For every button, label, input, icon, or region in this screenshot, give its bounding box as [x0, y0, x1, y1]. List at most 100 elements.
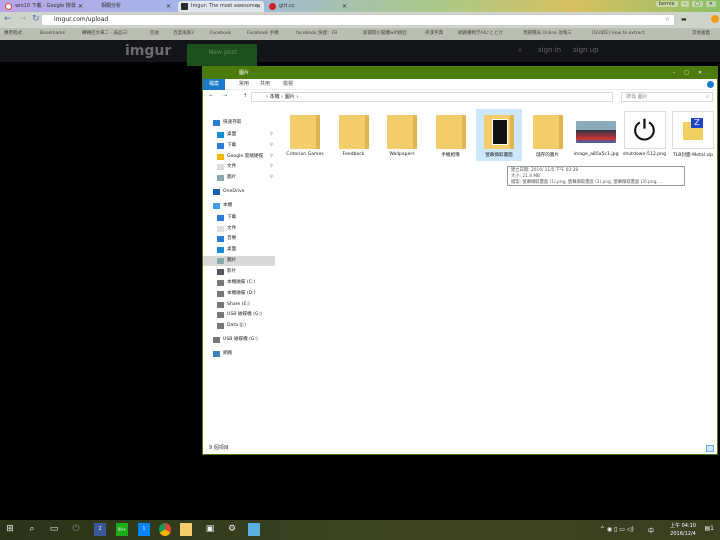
bookmark[interactable]: 其他書籤 [692, 28, 710, 40]
file-item[interactable]: Feedback [331, 109, 377, 161]
file-explorer-icon[interactable] [180, 523, 192, 536]
nav-item[interactable]: 本機磁碟 (C:) [203, 278, 275, 288]
tray-icons[interactable]: ^ ◉ ▯ ▭ ◁) [600, 526, 634, 533]
nav-item[interactable]: Share (E:) [203, 300, 275, 310]
nav-item[interactable]: USB 磁碟機 (G:) [203, 335, 275, 345]
star-icon[interactable]: ☆ [665, 15, 670, 25]
file-item[interactable]: 螢幕擷取畫面 [476, 109, 522, 161]
bookmark[interactable]: Bookmarks [40, 28, 65, 40]
extension-icon[interactable]: ▬ [681, 16, 687, 23]
bookmark[interactable]: facebook 快捷：FB [296, 28, 337, 40]
reload-button[interactable]: ↻ [32, 14, 40, 24]
tab-home[interactable]: 常用 [239, 79, 249, 90]
extension-icon[interactable] [711, 15, 719, 23]
nav-item[interactable]: 下載 ⚲ [203, 141, 275, 151]
bookmark[interactable]: Facebook [210, 28, 231, 40]
nav-item[interactable]: 網路 [203, 349, 275, 359]
help-icon[interactable] [707, 81, 714, 88]
nav-item[interactable]: 圖片 [203, 256, 275, 266]
video-icon [217, 269, 224, 275]
file-item[interactable]: 手機相簿 [428, 109, 474, 161]
view-toggle[interactable] [706, 445, 714, 452]
messenger-app-icon[interactable]: 1 [138, 523, 150, 536]
app-icon[interactable] [248, 523, 260, 536]
forward-button[interactable]: → [223, 93, 227, 99]
nav-item[interactable]: 桌面 ⚲ [203, 130, 275, 140]
address-bar[interactable]: imgur.com/upload ☆ [41, 14, 675, 26]
bookmark[interactable]: 轉轉巴大車二 - 誠品三! [82, 28, 129, 40]
file-item[interactable]: image_a85a5c1.jpg [573, 109, 619, 161]
settings-icon[interactable]: ⚙ [226, 523, 238, 536]
bookmark[interactable]: 應用程式 [4, 28, 22, 40]
task-view-icon[interactable]: ▭ [48, 523, 60, 536]
sign-up-link[interactable]: sign up [573, 46, 599, 54]
bookmark[interactable]: 百度風暴3 [173, 28, 194, 40]
store-icon[interactable]: ▣ [204, 523, 216, 536]
window-controls[interactable]: –□✕ [673, 67, 711, 79]
back-button[interactable]: ← [4, 14, 12, 24]
bookmark[interactable]: 網路購物ぎAIにとどけ [458, 28, 503, 40]
nav-item[interactable]: Google 雲端硬碟 ⚲ [203, 152, 275, 162]
bookmark[interactable]: Facebook 手機 [247, 28, 279, 40]
tab-google-search[interactable]: win10 下載 - Google 搜尋 ✕ [2, 1, 86, 12]
star-icon [213, 120, 220, 126]
close-icon[interactable]: ✕ [256, 1, 261, 12]
line-app-icon[interactable]: 99+ [116, 523, 128, 536]
search-icon[interactable]: ⌕ [518, 46, 522, 55]
tab-analysis[interactable]: 相關分析 ✕ [88, 1, 174, 12]
tab-file[interactable]: 檔案 [203, 79, 226, 90]
search-icon[interactable]: ⌕ [26, 523, 38, 536]
imgur-icon [181, 3, 188, 10]
nav-item[interactable]: 下載 [203, 213, 275, 223]
tab-share[interactable]: 共用 [260, 79, 270, 90]
close-icon[interactable]: ✕ [166, 1, 171, 12]
profile-button[interactable]: bernie [655, 1, 678, 7]
bookmark[interactable]: 新闘開小閣樓wifi桃娃 [363, 28, 407, 40]
search-input[interactable]: 搜尋 圖片 ⌕ [621, 92, 713, 102]
sign-in-link[interactable]: sign in [538, 46, 561, 54]
nav-item[interactable]: 圖片 ⚲ [203, 173, 275, 183]
notification-icon[interactable]: ▤1 [705, 525, 715, 532]
nav-item[interactable]: OneDrive [203, 187, 275, 197]
file-item[interactable]: Criterion Games [282, 109, 328, 161]
nav-item[interactable]: 本機磁碟 (D:) [203, 289, 275, 299]
bookmark[interactable]: 現搶戰局 Online 攻略三 [523, 28, 572, 40]
clock[interactable]: 上午 04:10 2016/12/4 [670, 522, 696, 538]
tab-imgur[interactable]: Imgur: The most awesome ✕ [178, 1, 264, 12]
file-item[interactable]: 儲存的圖片 [525, 109, 571, 161]
close-icon[interactable]: ✕ [78, 1, 83, 12]
minimize-button[interactable]: – [680, 1, 690, 7]
imgur-logo[interactable]: imgur [125, 43, 171, 59]
nav-item[interactable]: 文件 ⚲ [203, 162, 275, 172]
nav-item[interactable]: Data (J:) [203, 321, 275, 331]
close-icon[interactable]: ✕ [342, 1, 347, 12]
back-button[interactable]: ← [209, 93, 213, 99]
close-button[interactable]: ✕ [705, 1, 716, 7]
bookmark[interactable]: 英漢字典 [425, 28, 443, 40]
power-icon[interactable]: ⏻ [70, 523, 82, 536]
folder-icon [484, 115, 514, 149]
path-bar[interactable]: › 本機 › 圖片 › [251, 92, 613, 102]
nav-item[interactable]: 桌面 [203, 245, 275, 255]
file-item[interactable]: Z TLB封面-Metal.zip [670, 109, 716, 161]
nav-item[interactable]: 影片 [203, 267, 275, 277]
new-post-button[interactable]: New post [187, 44, 257, 66]
tab-gitt[interactable]: gitt.cc ✕ [266, 1, 350, 12]
bookmark[interactable]: 回收 [150, 28, 159, 40]
nav-item[interactable]: USB 磁碟機 (G:) [203, 310, 275, 320]
file-item[interactable]: Wallpapers [379, 109, 425, 161]
nav-item[interactable]: 本機 [203, 201, 275, 211]
tab-view[interactable]: 檢視 [283, 79, 293, 90]
ime-indicator[interactable]: 中 [648, 526, 654, 535]
maximize-button[interactable]: □ [692, 1, 703, 7]
bookmark[interactable]: [GUIDE] How to extract [592, 28, 645, 40]
nav-item[interactable]: 音樂 [203, 234, 275, 244]
forward-button[interactable]: → [19, 14, 27, 24]
facebook-app-icon[interactable]: 2 [94, 523, 106, 536]
nav-item[interactable]: 快速存取 [203, 118, 275, 128]
start-button[interactable]: ⊞ [4, 523, 16, 536]
chrome-icon[interactable] [159, 523, 171, 536]
file-item[interactable]: ⏻ shutdown-512.png [622, 109, 668, 161]
nav-item[interactable]: 文件 [203, 224, 275, 234]
up-button[interactable]: ↑ [243, 93, 247, 99]
